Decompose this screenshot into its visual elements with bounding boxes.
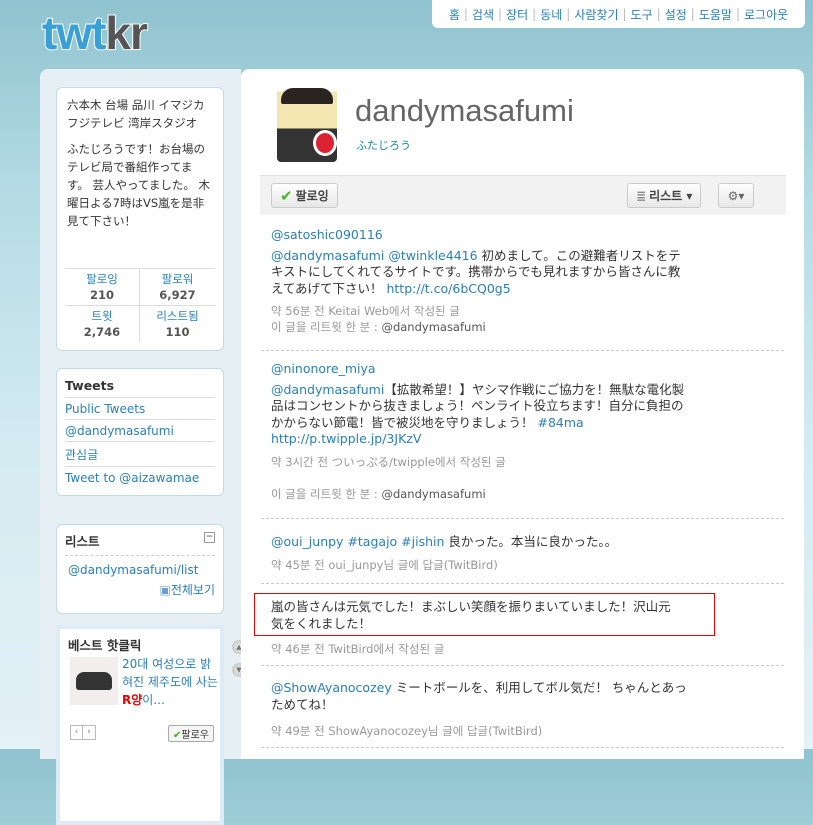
prev-icon[interactable]: ‹ — [71, 726, 83, 739]
collapse-icon[interactable]: − — [204, 532, 215, 543]
tweet-meta: 약 49분 전 ShowAyanocozey님 글에 답글(TwitBird) — [271, 724, 543, 738]
view-all-link[interactable]: 전체보기 — [171, 583, 215, 597]
top-nav: 홈 | 검색 | 장터 | 동네 | 사람찾기 | 도구 | 설정 | 도움말 | 로그아웃 — [432, 0, 805, 28]
nav-find-people[interactable]: 사람찾기 — [574, 6, 618, 23]
retweeted-by: 이 글을 리트윗 한 분 : @dandymasafumi — [271, 486, 486, 501]
nav-help[interactable]: 도움말 — [699, 6, 732, 23]
mention-link[interactable]: @twinkle4416 — [388, 248, 477, 263]
nav-settings[interactable]: 설정 — [665, 6, 687, 23]
check-icon: ✔ — [280, 186, 293, 205]
list-icon: ≣ — [636, 188, 647, 203]
nav-search[interactable]: 검색 — [472, 6, 494, 23]
tweets-heading: Tweets — [65, 374, 215, 398]
mention-link[interactable]: @dandymasafumi — [271, 248, 384, 263]
main-panel: dandymasafumi ふたじろう ✔ 팔로잉 ≣ 리스트 ▾ ⚙▾ @sato… — [241, 69, 804, 759]
stat-following[interactable]: 팔로잉 210 — [65, 269, 140, 306]
favorites-link[interactable]: 관심글 — [65, 448, 98, 462]
ad-link[interactable]: 20대 여성으로 밝혀진 제주도에 사는 R양이... — [122, 655, 218, 709]
stat-tweets[interactable]: 트윗 2,746 — [65, 306, 140, 342]
tweet-item: @ninonore_miya @dandymasafumi【拡散希望！】ヤシマ作… — [271, 361, 779, 502]
bio-location: 六本木 台場 品川 イマジカ フジテレビ 湾岸スタジオ — [67, 98, 205, 130]
tweet-meta: 약 3시간 전 ついっぷる/twipple에서 작성된 글 — [271, 454, 506, 469]
stat-followers[interactable]: 팔로워 6,927 — [140, 269, 215, 306]
tweets-nav-box: Tweets Public Tweets @dandymasafumi 관심글 … — [56, 368, 224, 496]
ad-follow-button[interactable]: ✔팔로우 — [168, 725, 214, 742]
mention-link[interactable]: @dandymasafumi — [271, 382, 384, 397]
profile-bio-box: 六本木 台場 品川 イマジカ フジテレビ 湾岸スタジオ ふたじろうです！お台場の… — [56, 87, 224, 351]
tweet-meta: 약 56분 전 Keitai Web에서 작성된 글 — [271, 304, 460, 318]
profile-stats: 팔로잉 210 팔로워 6,927 트윗 2,746 리스트됨 110 — [65, 268, 215, 342]
mention-link[interactable]: @ShowAyanocozey — [271, 680, 392, 695]
tweet-url[interactable]: http://t.co/6bCQ0g5 — [386, 281, 510, 296]
lists-dropdown[interactable]: ≣ 리스트 ▾ — [627, 183, 702, 208]
tweet-meta: 약 46분 전 TwitBird에서 작성된 글 — [271, 642, 445, 656]
folder-search-icon: ▣ — [159, 583, 171, 597]
tweet-item: 嵐の皆さんは元気でした！まぶしい笑顔を振りまいていました！沢山元気をくれました！… — [271, 599, 779, 657]
hashtag-link[interactable]: #84ma — [538, 415, 584, 430]
ad-heading: 베스트 핫클릭 — [68, 638, 142, 653]
mention-link[interactable]: @oui_junpy — [271, 534, 343, 549]
tweet-meta: 약 45분 전 oui_junpy님 글에 답글(TwitBird) — [271, 557, 498, 572]
profile-username: dandymasafumi — [355, 93, 574, 128]
tweet-text: 良かった。本当に良かった。。 — [444, 534, 618, 549]
twtkr-logo[interactable]: twtkr — [41, 9, 149, 57]
hashtag-link[interactable]: #jishin — [401, 534, 444, 549]
tweet-author[interactable]: @ninonore_miya — [271, 361, 376, 376]
ad-box: 베스트 핫클릭 20대 여성으로 밝혀진 제주도에 사는 R양이... ‹ › ✔… — [56, 625, 224, 825]
retweeted-by: 이 글을 리트윗 한 분 : @dandymasafumi — [271, 320, 486, 334]
nav-logout[interactable]: 로그아웃 — [744, 6, 788, 23]
left-sidebar: 六本木 台場 品川 イマジカ フジテレビ 湾岸スタジオ ふたじろうです！お台場の… — [40, 69, 241, 825]
tweet-to-link[interactable]: Tweet to @aizawamae — [65, 471, 199, 485]
profile-toolbar: ✔ 팔로잉 ≣ 리스트 ▾ ⚙▾ — [260, 175, 786, 215]
bio-description: ふたじろうです！お台場のテレビ局で番組作ってます。 芸人やってました。 木曜日よ… — [67, 142, 211, 228]
nav-tools[interactable]: 도구 — [631, 6, 653, 23]
nav-home[interactable]: 홈 — [449, 6, 460, 23]
nav-neighborhood[interactable]: 동네 — [540, 6, 562, 23]
following-button[interactable]: ✔ 팔로잉 — [271, 183, 338, 208]
tweet-item: @oui_junpy #tagajo #jishin 良かった。本当に良かった。… — [271, 534, 779, 573]
avatar — [277, 88, 337, 162]
nav-market[interactable]: 장터 — [506, 6, 528, 23]
public-tweets-link[interactable]: Public Tweets — [65, 402, 145, 416]
list-box: 리스트 − @dandymasafumi/list ▣전체보기 — [56, 524, 224, 614]
profile-realname: ふたじろう — [356, 139, 411, 152]
tweet-author[interactable]: @satoshic090116 — [271, 227, 383, 242]
next-icon[interactable]: › — [83, 726, 95, 739]
gear-menu-button[interactable]: ⚙▾ — [718, 183, 754, 208]
mentions-link[interactable]: @dandymasafumi — [65, 424, 174, 438]
tweet-url[interactable]: http://p.twipple.jp/3JKzV — [271, 431, 421, 446]
tweet-text: 嵐の皆さんは元気でした！まぶしい笑顔を振りまいていました！沢山元気をくれました！ — [271, 599, 671, 631]
stat-listed[interactable]: 리스트됨 110 — [140, 306, 215, 342]
tweet-item: @satoshic090116 @dandymasafumi @twinkle4… — [271, 227, 779, 336]
list-link[interactable]: @dandymasafumi/list — [68, 563, 198, 577]
list-heading: 리스트 — [65, 534, 100, 549]
car-image[interactable] — [70, 657, 118, 705]
gear-icon: ⚙▾ — [727, 188, 745, 203]
tweet-item: @ShowAyanocozey ミートボールを、利用してボル気だ！ ちゃんとあっ… — [271, 680, 779, 739]
hashtag-link[interactable]: #tagajo — [347, 534, 397, 549]
